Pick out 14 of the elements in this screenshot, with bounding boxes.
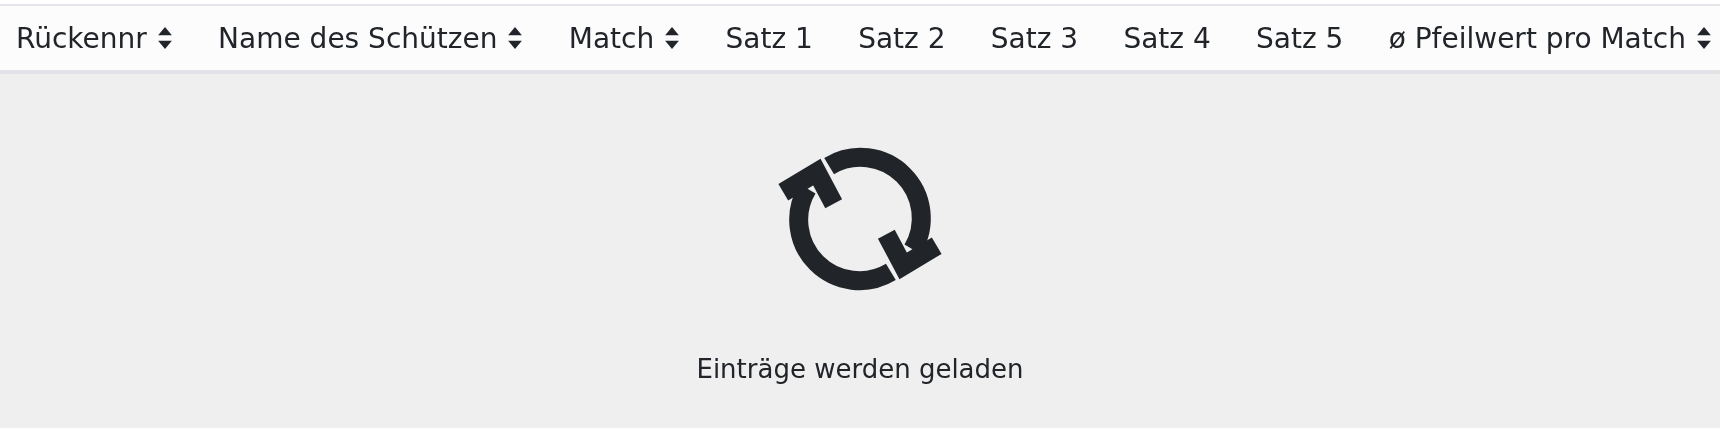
loading-message: Einträge werden geladen	[696, 354, 1024, 384]
sort-icon	[664, 27, 681, 49]
column-header[interactable]: ø Pfeilwert pro Match	[1388, 21, 1712, 55]
column-header: Satz 2	[858, 21, 946, 55]
column-header[interactable]: Rückennr	[16, 21, 173, 55]
column-header: Satz 4	[1123, 21, 1211, 55]
column-header: Satz 5	[1256, 21, 1344, 55]
column-header[interactable]: Name des Schützen	[218, 21, 524, 55]
sort-icon	[507, 27, 524, 49]
column-header[interactable]: Match	[568, 21, 681, 55]
column-header: Satz 1	[725, 21, 813, 55]
column-header: Satz 3	[990, 21, 1079, 55]
sort-icon	[156, 27, 173, 49]
sort-icon	[1695, 27, 1712, 49]
